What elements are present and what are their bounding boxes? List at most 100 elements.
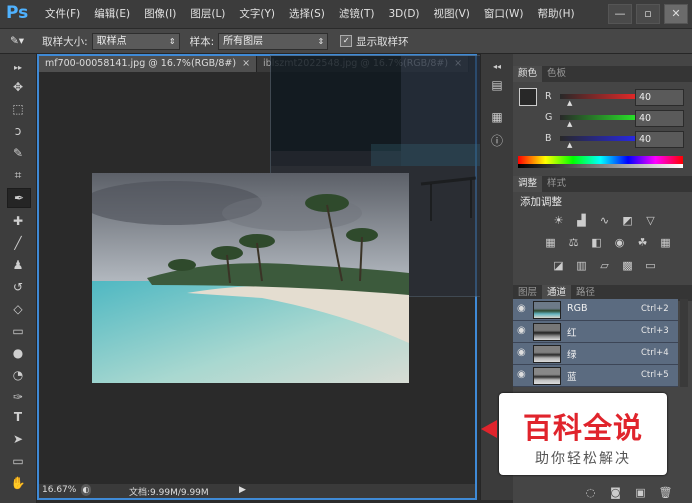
red-value-input[interactable]: 40 [635, 89, 684, 106]
eye-icon[interactable]: ◉ [517, 369, 526, 380]
invert-icon[interactable]: ◪ [551, 259, 566, 273]
color-lookup-icon[interactable]: ▦ [658, 236, 673, 250]
sample-size-select[interactable]: 取样点 ⇕ [91, 32, 180, 50]
foreground-color-swatch[interactable] [519, 88, 537, 106]
zoom-icon[interactable]: ◐ [81, 484, 91, 496]
adjustments-title: 添加调整 [520, 196, 562, 208]
info-panel-icon[interactable]: ⓘ [488, 132, 506, 150]
blur-tool-icon[interactable]: ● [7, 344, 29, 362]
clone-stamp-tool-icon[interactable]: ♟ [7, 256, 29, 274]
curves-icon[interactable]: ∿ [597, 214, 612, 228]
move-tool-icon[interactable]: ✥ [7, 78, 29, 96]
options-bar: ✎▾ 取样大小: 取样点 ⇕ 样本: 所有图层 ⇕ ✓ 显示取样环 [0, 29, 692, 54]
green-value-input[interactable]: 40 [635, 110, 684, 127]
posterize-icon[interactable]: ▥ [574, 259, 589, 273]
close-tab-icon[interactable]: × [242, 58, 250, 69]
save-selection-icon[interactable]: ◙ [608, 486, 623, 500]
menu-view[interactable]: 视图(V) [427, 0, 477, 28]
pen-tool-icon[interactable]: ✑ [7, 388, 29, 406]
adjustment-icons-row-2: ▦ ⚖ ◧ ◉ ☘ ▦ [543, 236, 673, 250]
menu-3d[interactable]: 3D(D) [381, 0, 426, 28]
channel-shortcut: Ctrl+4 [641, 348, 669, 358]
slider-thumb-icon[interactable]: ▲ [567, 99, 572, 107]
restore-button[interactable]: ▫ [636, 4, 660, 24]
status-menu-arrow-icon[interactable]: ▶ [239, 485, 246, 495]
zoom-level[interactable]: 16.67% [42, 485, 76, 495]
channel-label: R [545, 91, 552, 102]
eyedropper-tool-icon[interactable]: ✒ [7, 188, 31, 208]
gradient-map-icon[interactable]: ▭ [643, 259, 658, 273]
delete-channel-icon[interactable]: 🗑 [658, 486, 673, 500]
dodge-tool-icon[interactable]: ◔ [7, 366, 29, 384]
sample-select[interactable]: 所有图层 ⇕ [218, 32, 329, 50]
channel-row-green[interactable]: ◉ 绿 Ctrl+4 [513, 343, 678, 365]
black-white-icon[interactable]: ◧ [589, 236, 604, 250]
channel-row-blue[interactable]: ◉ 蓝 Ctrl+5 [513, 365, 678, 387]
toolbox-collapse-icon[interactable]: ▸▸ [7, 58, 29, 76]
slider-thumb-icon[interactable]: ▲ [567, 141, 572, 149]
document-size: 文档:9.99M/9.99M [129, 488, 209, 498]
tab-document-1[interactable]: mf700-00058141.jpg @ 16.7%(RGB/8#) × [39, 56, 258, 72]
exposure-icon[interactable]: ◩ [620, 214, 635, 228]
tab-swatches[interactable]: 色板 [542, 66, 571, 82]
channel-mixer-icon[interactable]: ☘ [635, 236, 650, 250]
eye-icon[interactable]: ◉ [517, 347, 526, 358]
hue-saturation-icon[interactable]: ▦ [543, 236, 558, 250]
color-slider-r[interactable]: R ▲ 40 [545, 89, 690, 107]
vibrance-icon[interactable]: ▽ [643, 214, 658, 228]
show-ring-checkbox[interactable]: ✓ [340, 35, 353, 47]
threshold-icon[interactable]: ▱ [597, 259, 612, 273]
shape-tool-icon[interactable]: ▭ [7, 452, 29, 470]
photo-filter-icon[interactable]: ◉ [612, 236, 627, 250]
tab-adjustments[interactable]: 调整 [513, 176, 543, 192]
eraser-tool-icon[interactable]: ◇ [7, 300, 29, 318]
actions-panel-icon[interactable]: ▦ [488, 108, 506, 126]
close-button[interactable]: ✕ [664, 4, 688, 24]
history-brush-tool-icon[interactable]: ↺ [7, 278, 29, 296]
hand-tool-icon[interactable]: ✋ [7, 474, 29, 492]
gradient-tool-icon[interactable]: ▭ [7, 322, 29, 340]
eye-icon[interactable]: ◉ [517, 325, 526, 336]
tab-color[interactable]: 颜色 [513, 66, 543, 82]
menu-edit[interactable]: 编辑(E) [87, 0, 137, 28]
marquee-tool-icon[interactable]: ⬚ [7, 100, 29, 118]
channel-row-rgb[interactable]: ◉ RGB Ctrl+2 [513, 299, 678, 321]
healing-brush-tool-icon[interactable]: ✚ [7, 212, 29, 230]
channel-row-red[interactable]: ◉ 红 Ctrl+3 [513, 321, 678, 343]
menu-window[interactable]: 窗口(W) [477, 0, 531, 28]
adjustments-panel-tabs: 调整 样式 [513, 176, 692, 192]
selective-color-icon[interactable]: ▩ [620, 259, 635, 273]
channel-name: RGB [567, 303, 588, 314]
quick-select-tool-icon[interactable]: ✎ [7, 144, 29, 162]
menu-image[interactable]: 图像(I) [137, 0, 183, 28]
color-slider-b[interactable]: B ▲ 40 [545, 131, 690, 149]
color-balance-icon[interactable]: ⚖ [566, 236, 581, 250]
minimize-button[interactable]: — [608, 4, 632, 24]
history-panel-icon[interactable]: ▤ [488, 76, 506, 94]
path-select-tool-icon[interactable]: ➤ [7, 430, 29, 448]
brush-tool-icon[interactable]: ╱ [7, 234, 29, 252]
menu-type[interactable]: 文字(Y) [232, 0, 282, 28]
levels-icon[interactable]: ▟ [574, 214, 589, 228]
blue-value-input[interactable]: 40 [635, 131, 684, 148]
canvas-image[interactable] [92, 173, 409, 383]
menu-select[interactable]: 选择(S) [282, 0, 332, 28]
lasso-tool-icon[interactable]: ↄ [7, 122, 29, 140]
eyedropper-tool-preset-icon[interactable]: ✎▾ [10, 35, 24, 47]
slider-thumb-icon[interactable]: ▲ [567, 120, 572, 128]
brightness-icon[interactable]: ☀ [551, 214, 566, 228]
menu-filter[interactable]: 滤镜(T) [332, 0, 382, 28]
eye-icon[interactable]: ◉ [517, 303, 526, 314]
color-spectrum-bar[interactable] [518, 156, 683, 168]
crop-tool-icon[interactable]: ⌗ [7, 166, 29, 184]
menu-help[interactable]: 帮助(H) [531, 0, 582, 28]
color-slider-g[interactable]: G ▲ 40 [545, 110, 690, 128]
new-channel-icon[interactable]: ▣ [633, 486, 648, 500]
load-selection-icon[interactable]: ◌ [583, 486, 598, 500]
menu-file[interactable]: 文件(F) [38, 0, 87, 28]
channels-scrollbar[interactable] [680, 299, 688, 387]
type-tool-icon[interactable]: T [7, 408, 29, 426]
tab-styles[interactable]: 样式 [542, 176, 571, 192]
dock-collapse-icon[interactable]: ◂◂ [488, 58, 506, 76]
menu-layer[interactable]: 图层(L) [183, 0, 232, 28]
